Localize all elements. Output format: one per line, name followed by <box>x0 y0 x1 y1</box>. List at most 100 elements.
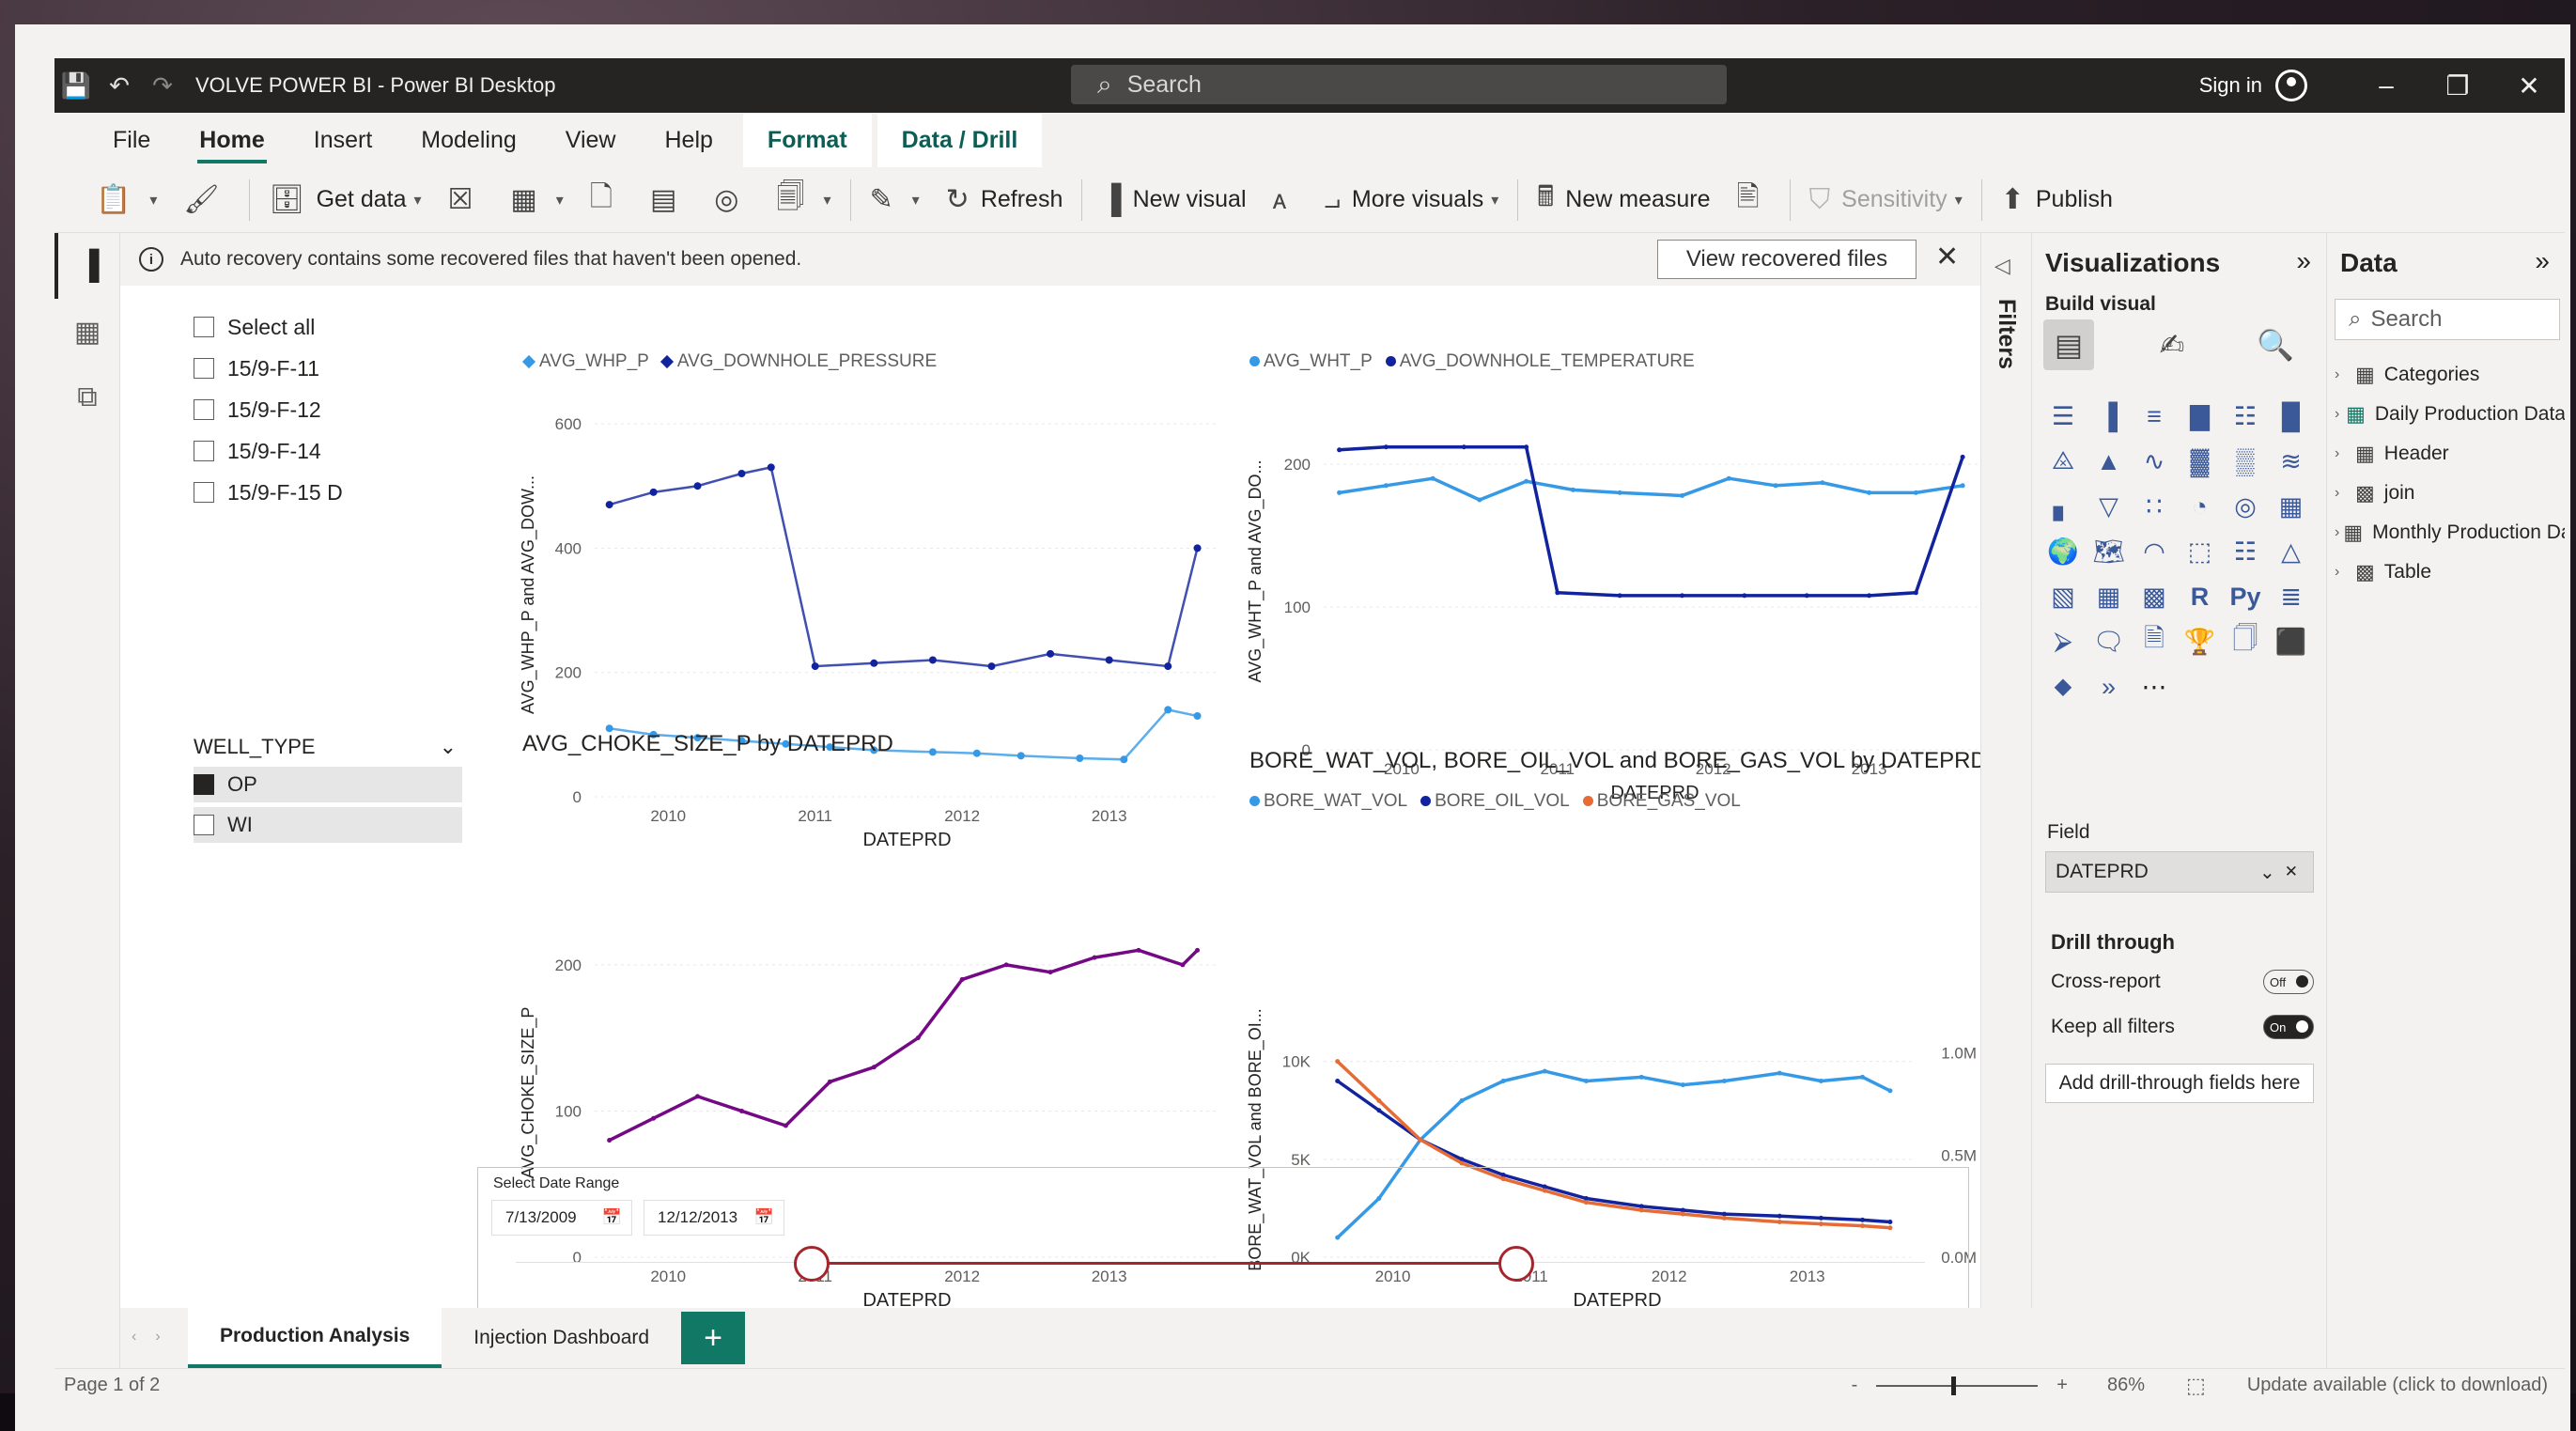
donut-icon[interactable]: ◎ <box>2226 487 2265 526</box>
table-item-join[interactable]: › ▩ join <box>2335 474 2565 513</box>
slicer-item-wi[interactable]: WI <box>194 807 462 843</box>
checkbox[interactable] <box>194 482 214 503</box>
refresh-button[interactable]: ↻ Refresh <box>933 175 1077 226</box>
undo-icon[interactable]: ↶ <box>98 58 141 113</box>
field-well-dateprd[interactable]: DATEPRD ⌄ ✕ <box>2045 851 2314 893</box>
checkbox[interactable] <box>194 317 214 337</box>
table-item-categories[interactable]: › ▦ Categories <box>2335 355 2565 395</box>
chevron-right-icon[interactable]: › <box>2335 485 2351 502</box>
100-bar-icon[interactable]: ☷ <box>2226 397 2265 436</box>
table-visual-icon[interactable]: ▦ <box>2089 577 2129 616</box>
chevron-down-icon[interactable]: ⌄ <box>440 735 457 759</box>
tab-help[interactable]: Help <box>641 127 737 167</box>
remove-field-icon[interactable]: ✕ <box>2285 863 2298 881</box>
slicer-item[interactable]: 15/9-F-15 D <box>194 472 475 513</box>
chevron-right-icon[interactable]: › <box>2335 564 2351 581</box>
pie-chart-icon[interactable]: ◔ <box>2180 487 2220 526</box>
view-recovered-files-button[interactable]: View recovered files <box>1657 240 1916 279</box>
chevron-right-icon[interactable]: › <box>2335 524 2339 541</box>
fit-page-icon[interactable]: ⬚ <box>2186 1374 2206 1398</box>
chevron-down-icon[interactable]: ⌄ <box>2259 861 2275 884</box>
avatar-icon[interactable] <box>2275 70 2307 101</box>
analytics-icon[interactable]: 🔍 <box>2250 319 2301 370</box>
stacked-bar-icon[interactable]: ☰ <box>2043 397 2083 436</box>
slicer-icon[interactable]: ▧ <box>2043 577 2083 616</box>
report-view-icon[interactable]: ▐ <box>54 233 120 299</box>
area-chart-icon[interactable]: ▲ <box>2089 442 2129 481</box>
add-drill-through-dropzone[interactable]: Add drill-through fields here <box>2045 1064 2314 1103</box>
legend-item[interactable]: BORE_OIL_VOL <box>1420 791 1570 812</box>
filters-pane-collapsed[interactable]: ◁ Filters <box>1980 233 2031 1308</box>
scatter-icon[interactable]: ∷ <box>2134 487 2174 526</box>
tab-file[interactable]: File <box>88 127 175 167</box>
key-influencers-icon[interactable]: ≣ <box>2272 577 2311 616</box>
page-scroll-arrows[interactable]: ‹› <box>132 1329 179 1345</box>
python-visual-icon[interactable]: Py <box>2226 577 2265 616</box>
qa-icon[interactable]: 🗨 <box>2089 622 2129 661</box>
excel-button[interactable]: ☒ <box>435 175 498 226</box>
redo-icon[interactable]: ↷ <box>141 58 184 113</box>
treemap-icon[interactable]: ▦ <box>2272 487 2311 526</box>
get-data-button[interactable]: 🗄 Get data ▾ <box>256 175 434 226</box>
legend-item[interactable]: AVG_DOWNHOLE_PRESSURE <box>660 351 937 372</box>
100-column-icon[interactable]: █ <box>2272 397 2311 436</box>
chevron-right-icon[interactable]: › <box>2335 445 2351 462</box>
stacked-column-icon[interactable]: ▐ <box>2089 397 2129 436</box>
paginated-report-icon[interactable]: 🗍 <box>2226 622 2265 661</box>
text-box-button[interactable]: ᴀ <box>1260 175 1311 226</box>
slicer-item[interactable]: 15/9-F-14 <box>194 430 475 472</box>
tab-production-analysis[interactable]: Production Analysis <box>188 1308 442 1368</box>
quick-measure-button[interactable]: 🖹 <box>1724 175 1784 226</box>
filled-map-icon[interactable]: 🗺 <box>2089 532 2129 571</box>
stacked-area-icon[interactable]: ∿ <box>2134 442 2174 481</box>
filters-label[interactable]: Filters <box>1993 299 2020 369</box>
ribbon-chart-icon[interactable]: ≋ <box>2272 442 2311 481</box>
format-painter-button[interactable]: 🖌 <box>170 175 243 226</box>
line-clustered-icon[interactable]: ▒ <box>2226 442 2265 481</box>
clustered-bar-icon[interactable]: ≡ <box>2134 397 2174 436</box>
checkbox[interactable] <box>194 441 214 461</box>
onelake-button[interactable]: ▦ ▾ <box>497 175 576 226</box>
goals-icon[interactable]: 🏆 <box>2180 622 2220 661</box>
slicer-item[interactable]: 15/9-F-11 <box>194 348 475 389</box>
data-search-input[interactable]: ⌕ Search <box>2335 299 2560 340</box>
decomposition-tree-icon[interactable]: ⮚ <box>2043 622 2083 661</box>
update-available-link[interactable]: Update available (click to download) <box>2247 1375 2548 1396</box>
card-icon[interactable]: ⬚ <box>2180 532 2220 571</box>
calendar-icon[interactable]: 📅 <box>754 1208 774 1227</box>
checkbox[interactable] <box>194 358 214 379</box>
new-visual-button[interactable]: ▐ New visual <box>1088 175 1259 226</box>
tab-format[interactable]: Format <box>742 114 872 167</box>
legend-item[interactable]: BORE_WAT_VOL <box>1249 791 1407 812</box>
line-chart-icon[interactable]: ⨻ <box>2043 442 2083 481</box>
end-date-input[interactable]: 12/12/2013 📅 <box>644 1200 784 1236</box>
slicer-item[interactable]: Select all <box>194 306 475 348</box>
keep-filters-toggle[interactable]: On <box>2263 1015 2314 1039</box>
sensitivity-button[interactable]: ⛉ Sensitivity ▾ <box>1796 175 1976 226</box>
slicer-item-op[interactable]: OP <box>194 767 462 802</box>
slider-start-handle[interactable] <box>794 1246 830 1282</box>
slider-selected-range[interactable] <box>812 1262 1516 1265</box>
close-icon[interactable]: ✕ <box>1935 241 1959 273</box>
calendar-icon[interactable]: 📅 <box>602 1208 622 1227</box>
checkbox[interactable] <box>194 815 214 835</box>
table-item-table[interactable]: › ▩ Table <box>2335 552 2565 592</box>
kpi-icon[interactable]: △ <box>2272 532 2311 571</box>
start-date-input[interactable]: 7/13/2009 📅 <box>491 1200 632 1236</box>
minimize-icon[interactable]: – <box>2351 70 2422 101</box>
more-visuals-icon[interactable]: ⋯ <box>2134 667 2174 707</box>
multi-row-card-icon[interactable]: ☷ <box>2226 532 2265 571</box>
cross-report-toggle[interactable]: Off <box>2263 970 2314 994</box>
zoom-level[interactable]: 86% <box>2107 1375 2145 1396</box>
collapse-icon[interactable]: » <box>2535 246 2550 276</box>
power-automate-icon[interactable]: ⬥ <box>2043 667 2083 707</box>
chevrons-icon[interactable]: » <box>2089 667 2129 707</box>
format-visual-icon[interactable]: ✍ <box>2147 319 2197 370</box>
table-item-monthly-production[interactable]: ›▦ Monthly Production Data <box>2335 513 2565 552</box>
chevron-right-icon[interactable]: › <box>2335 406 2342 423</box>
zoom-in-button[interactable]: + <box>2056 1375 2068 1396</box>
slicer-item[interactable]: 15/9-F-12 <box>194 389 475 430</box>
table-view-icon[interactable]: ▦ <box>54 299 120 365</box>
well-type-slicer-header[interactable]: WELL_TYPE ⌄ <box>194 735 457 759</box>
tab-injection-dashboard[interactable]: Injection Dashboard <box>442 1308 681 1368</box>
